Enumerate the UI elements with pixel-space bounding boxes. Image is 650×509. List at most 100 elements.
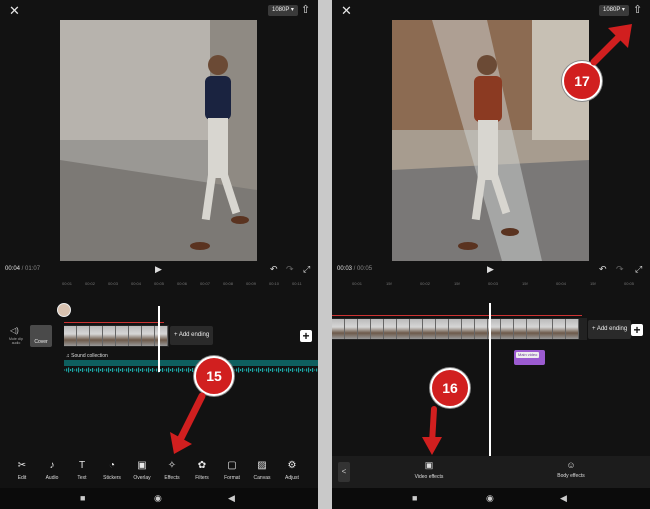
clip-frame bbox=[332, 319, 345, 339]
ruler-tick: 00:05 bbox=[624, 281, 635, 286]
add-ending-button[interactable]: + Add ending bbox=[588, 320, 632, 339]
clip-frame bbox=[345, 319, 358, 339]
nav-recent-icon[interactable]: ■ bbox=[412, 493, 417, 503]
waveform-bar bbox=[142, 368, 144, 372]
upload-icon[interactable]: ⇧ bbox=[301, 4, 310, 17]
redo-icon[interactable]: ↷ bbox=[616, 264, 624, 275]
stickers-icon: ◔ bbox=[108, 460, 116, 471]
nav-back-icon[interactable]: ◀ bbox=[560, 493, 567, 504]
waveform-bar bbox=[282, 368, 284, 372]
format-icon: ▢ bbox=[227, 460, 237, 471]
video-preview[interactable] bbox=[60, 20, 257, 261]
close-icon[interactable]: ✕ bbox=[9, 4, 20, 17]
waveform-bar bbox=[296, 368, 298, 372]
waveform-bar bbox=[186, 368, 188, 372]
waveform-bar bbox=[190, 369, 192, 371]
cover-button[interactable]: Cover bbox=[30, 325, 52, 347]
undo-icon[interactable]: ↶ bbox=[270, 264, 278, 275]
waveform-bar bbox=[126, 368, 128, 372]
waveform-bar bbox=[292, 368, 294, 372]
nav-recent-icon[interactable]: ■ bbox=[80, 493, 85, 503]
toolbar-label: Format bbox=[224, 475, 240, 481]
effect-clip[interactable]: Main video bbox=[514, 350, 545, 365]
nav-back-icon[interactable]: ◀ bbox=[228, 493, 235, 504]
body-effects-button[interactable]: ☺ Body effects bbox=[549, 460, 593, 479]
toolbar-item-audio[interactable]: ♪ Audio bbox=[37, 460, 67, 481]
waveform-bar bbox=[164, 369, 166, 371]
waveform-bar bbox=[180, 369, 182, 371]
play-icon[interactable]: ▶ bbox=[487, 264, 494, 275]
nav-home-icon[interactable]: ◉ bbox=[154, 493, 162, 504]
nav-home-icon[interactable]: ◉ bbox=[486, 493, 494, 504]
video-effects-icon: ▣ bbox=[424, 460, 434, 470]
waveform-bar bbox=[122, 368, 124, 372]
waveform-bar bbox=[150, 369, 152, 371]
add-clip-button[interactable]: + bbox=[300, 330, 312, 342]
waveform-bar bbox=[264, 369, 266, 371]
upload-icon[interactable]: ⇧ bbox=[633, 4, 642, 17]
toolbar-item-edit[interactable]: ✂ Edit bbox=[7, 460, 37, 481]
sound-collection-label[interactable]: ♫ Sound collection bbox=[66, 353, 108, 359]
waveform-bar bbox=[286, 368, 288, 372]
waveform-bar bbox=[166, 368, 168, 372]
fullscreen-icon[interactable]: ⤢ bbox=[635, 264, 642, 275]
clip-frame bbox=[358, 319, 371, 339]
toolbar-item-effects[interactable]: ✧ Effects bbox=[157, 460, 187, 481]
waveform-bar bbox=[112, 368, 114, 372]
playhead[interactable] bbox=[158, 306, 160, 372]
waveform-bar bbox=[284, 369, 286, 371]
waveform-bar bbox=[258, 367, 260, 373]
preview-image bbox=[392, 20, 589, 261]
speaker-icon[interactable]: ◁) bbox=[10, 326, 19, 335]
toolbar-item-overlay[interactable]: ▣ Overlay bbox=[127, 460, 157, 481]
effects-menu-bar: < ▣ Video effects ☺ Body effects bbox=[332, 456, 650, 488]
add-clip-button[interactable]: + bbox=[631, 324, 643, 336]
preview-image bbox=[60, 20, 257, 261]
clip-frame bbox=[423, 319, 436, 339]
toolbar-label: Edit bbox=[17, 475, 27, 481]
toolbar-item-format[interactable]: ▢ Format bbox=[217, 460, 247, 481]
toolbar-item-text[interactable]: T Text bbox=[67, 460, 97, 481]
toolbar-item-stickers[interactable]: ◔ Stickers bbox=[97, 460, 127, 481]
clip-frame bbox=[462, 319, 475, 339]
android-nav-bar: ■ ◉ ◀ bbox=[332, 488, 650, 509]
playhead[interactable] bbox=[489, 303, 491, 456]
undo-icon[interactable]: ↶ bbox=[599, 264, 607, 275]
audio-waveform-track[interactable] bbox=[64, 360, 318, 373]
toolbar-item-filters[interactable]: ✿ Filters bbox=[187, 460, 217, 481]
toolbar-item-canvas[interactable]: ▨ Canvas bbox=[247, 460, 277, 481]
clip-frame bbox=[527, 319, 540, 339]
avatar[interactable] bbox=[57, 303, 71, 317]
resolution-dropdown[interactable]: 1080P ▾ bbox=[599, 5, 629, 16]
video-clip-strip[interactable] bbox=[64, 325, 169, 347]
fullscreen-icon[interactable]: ⤢ bbox=[303, 264, 310, 275]
ruler-tick: 15f bbox=[590, 281, 596, 286]
back-button[interactable]: < bbox=[338, 462, 350, 482]
clip-frame bbox=[553, 319, 566, 339]
toolbar-item-adjust[interactable]: ⚙ Adjust bbox=[277, 460, 307, 481]
clip-frame bbox=[116, 326, 129, 346]
play-icon[interactable]: ▶ bbox=[155, 264, 162, 275]
resolution-dropdown[interactable]: 1080P ▾ bbox=[268, 5, 298, 16]
close-icon[interactable]: ✕ bbox=[341, 4, 352, 17]
clip-trim-line bbox=[64, 322, 164, 323]
waveform-bar bbox=[266, 368, 268, 372]
video-clip-strip[interactable] bbox=[332, 318, 587, 340]
clip-frame bbox=[566, 319, 579, 339]
clip-frame bbox=[540, 319, 553, 339]
ruler-tick: 15f bbox=[386, 281, 392, 286]
ruler-tick: 00:07 bbox=[200, 281, 211, 286]
redo-icon[interactable]: ↷ bbox=[286, 264, 294, 275]
ruler-tick: 00:02 bbox=[85, 281, 96, 286]
waveform-bar bbox=[254, 369, 256, 371]
video-preview[interactable] bbox=[392, 20, 589, 261]
ruler-tick: 00:05 bbox=[154, 281, 165, 286]
video-effects-button[interactable]: ▣ Video effects bbox=[407, 460, 451, 480]
waveform-bar bbox=[88, 367, 90, 373]
mute-clip-audio-label[interactable]: Mute clip audio bbox=[6, 337, 26, 345]
time-total: 01:07 bbox=[25, 266, 41, 272]
add-ending-button[interactable]: + Add ending bbox=[170, 326, 214, 345]
ruler-tick: 15f bbox=[522, 281, 528, 286]
waveform-bar bbox=[294, 369, 296, 371]
waveform-bar bbox=[130, 369, 132, 371]
